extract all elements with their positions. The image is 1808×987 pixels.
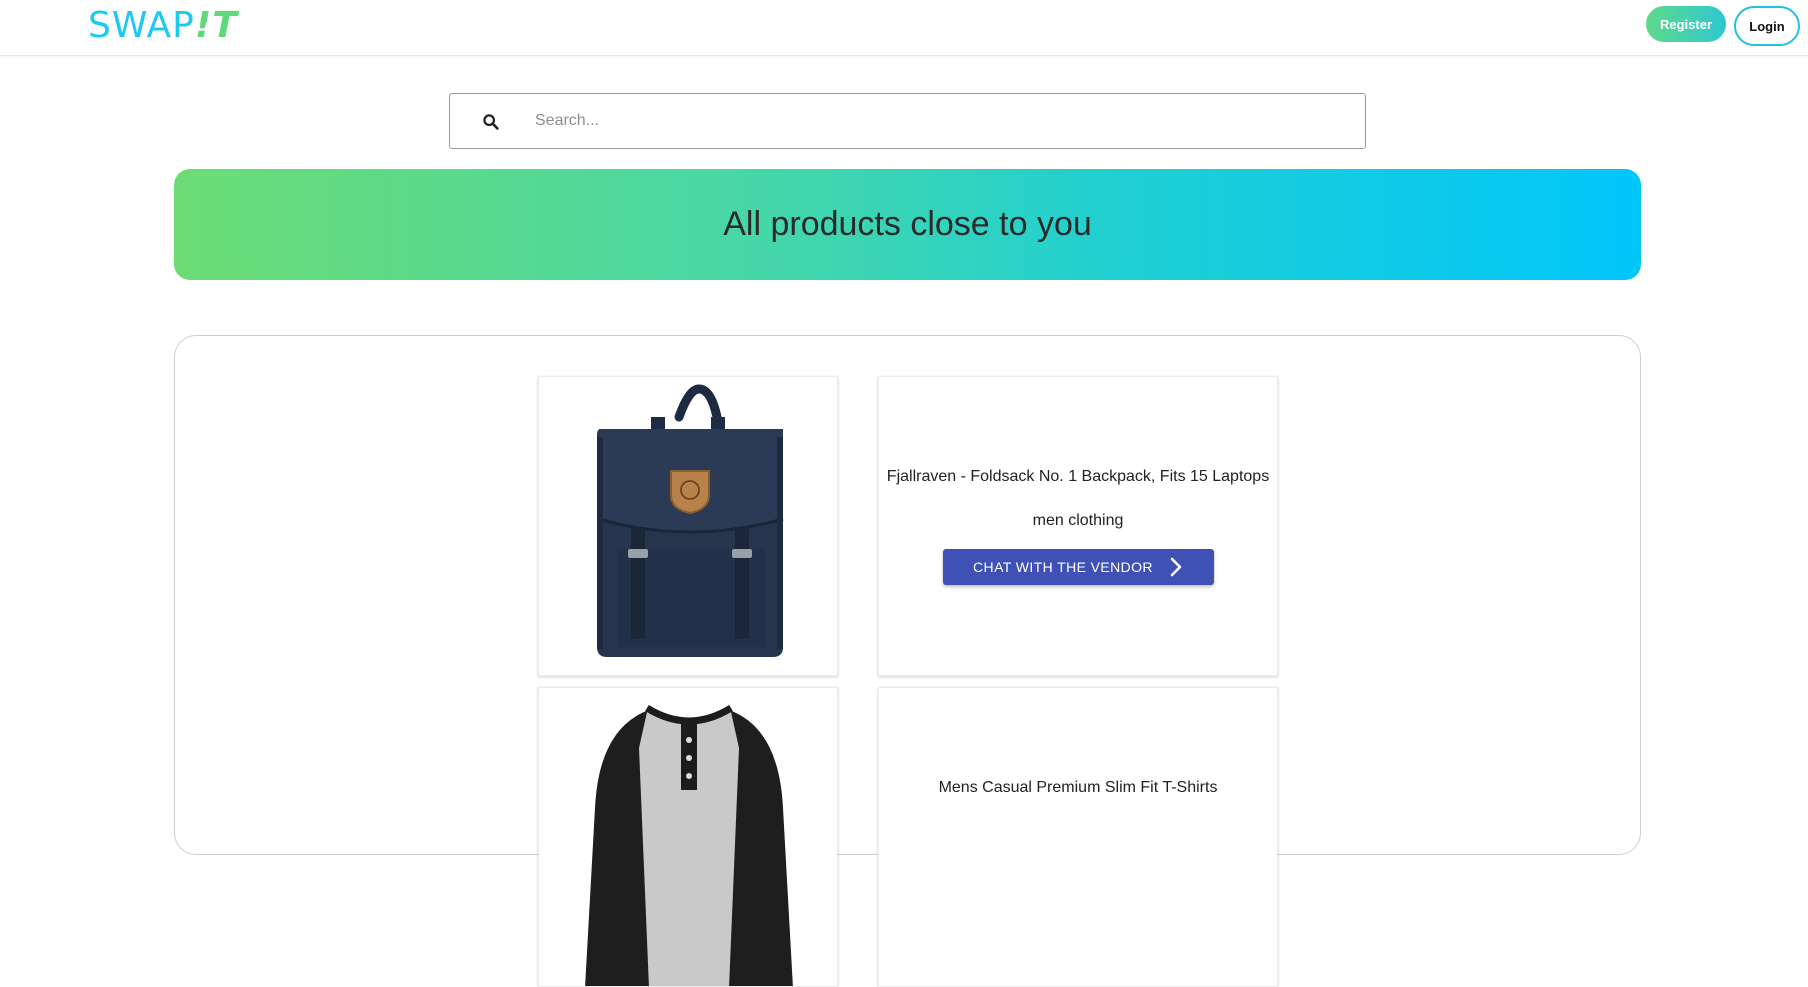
products-panel: Fjallraven - Foldsack No. 1 Backpack, Fi… [174, 335, 1641, 987]
swapit-logo[interactable]: SWAP !T [88, 6, 238, 46]
product-title: Mens Casual Premium Slim Fit T-Shirts [938, 779, 1218, 796]
banner-title: All products close to you [723, 205, 1092, 243]
tshirt-image [585, 704, 793, 986]
product-image-card[interactable] [538, 687, 838, 987]
search-input[interactable] [533, 102, 1333, 140]
product-category: men clothing [1032, 512, 1124, 529]
chevron-right-icon [1170, 557, 1182, 577]
search-icon[interactable] [480, 111, 502, 133]
login-button[interactable]: Login [1734, 6, 1800, 46]
logo-text-swap: SWAP [88, 5, 195, 46]
search-bar[interactable] [449, 93, 1366, 149]
chat-with-vendor-button[interactable]: CHAT WITH THE VENDOR [942, 549, 1214, 585]
product-image-card[interactable] [538, 376, 838, 676]
top-header: SWAP !T Register Login [0, 0, 1808, 56]
product-info-card: Mens Casual Premium Slim Fit T-Shirts [878, 687, 1278, 987]
hero-banner: All products close to you [174, 169, 1641, 280]
logo-text-it: !T [194, 5, 238, 46]
product-title: Fjallraven - Foldsack No. 1 Backpack, Fi… [886, 468, 1270, 485]
backpack-image [597, 384, 784, 657]
product-info-card: Fjallraven - Foldsack No. 1 Backpack, Fi… [878, 376, 1278, 676]
register-button[interactable]: Register [1646, 6, 1726, 42]
chat-button-label: CHAT WITH THE VENDOR [973, 559, 1153, 575]
